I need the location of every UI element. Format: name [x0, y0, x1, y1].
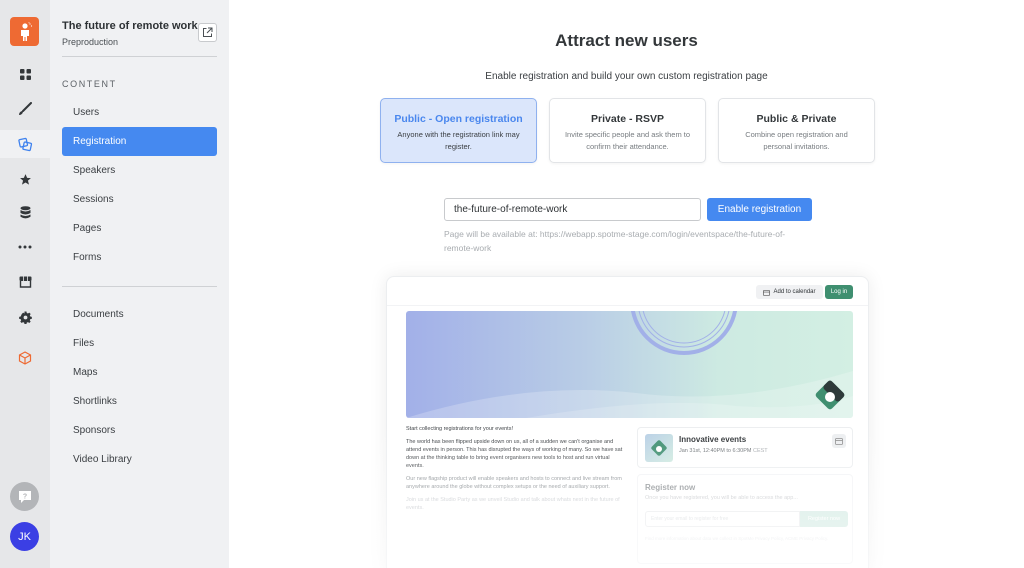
privacy-note: Find more information about data we coll… [645, 536, 829, 541]
calendar-icon [763, 289, 771, 296]
register-email-input: Enter your email to register for free [645, 511, 800, 527]
event-status: Preproduction [62, 37, 119, 47]
main-content: Attract new users Enable registration an… [229, 0, 1024, 568]
preview-paragraph: The world has been flipped upside down o… [406, 439, 623, 469]
svg-text:?: ? [22, 493, 26, 500]
preview-event-card: Innovative events Jan 31st, 12:40PM to 6… [637, 427, 853, 468]
rail-integrations[interactable] [0, 344, 50, 372]
calendar-icon [835, 438, 843, 445]
option-description: Anyone with the registration link may re… [397, 130, 520, 151]
gear-icon [18, 310, 32, 324]
sidebar-divider [62, 56, 217, 57]
event-date: Jan 31st, 12:40PM to 6:30PM CEST [679, 448, 768, 454]
sidebar-item-sponsors[interactable]: Sponsors [62, 416, 217, 445]
more-dots-icon [18, 245, 32, 249]
sidebar-item-pages[interactable]: Pages [62, 214, 217, 243]
option-private-rsvp[interactable]: Private - RSVP Invite specific people an… [549, 98, 706, 163]
option-title: Public - Open registration [394, 113, 523, 125]
star-icon [19, 173, 31, 185]
content-pages-icon [17, 137, 32, 151]
sidebar-item-speakers[interactable]: Speakers [62, 156, 217, 185]
option-description: Combine open registration and personal i… [745, 130, 848, 151]
enable-registration-button[interactable]: Enable registration [707, 198, 812, 221]
external-link-icon [203, 27, 213, 37]
preview-header: Add to calendar Log in [387, 277, 868, 306]
database-icon [20, 205, 30, 218]
help-chat-icon: ? [18, 490, 31, 503]
sidebar-item-users[interactable]: Users [62, 98, 217, 127]
event-timezone: CEST [753, 448, 768, 454]
rail-settings[interactable] [0, 303, 50, 331]
sidebar-item-shortlinks[interactable]: Shortlinks [62, 387, 217, 416]
event-date-range: Jan 31st, 12:40PM to 6:30PM [679, 448, 752, 454]
rail-highlights[interactable] [0, 165, 50, 193]
sidebar-item-video-library[interactable]: Video Library [62, 445, 217, 474]
rail-dashboard[interactable] [0, 60, 50, 88]
sidebar-divider [62, 286, 217, 287]
preview-description: Start collecting registrations for your … [406, 425, 626, 517]
preview-register-card: Register now Once you have registered, y… [637, 474, 853, 564]
dashboard-grid-icon [19, 68, 31, 80]
sidebar-item-maps[interactable]: Maps [62, 358, 217, 387]
registration-page-preview: Add to calendar Log in Start collecting … [386, 276, 869, 568]
option-description: Invite specific people and ask them to c… [564, 130, 691, 151]
preview-add-to-calendar-button: Add to calendar [756, 285, 823, 299]
user-avatar[interactable]: JK [10, 522, 39, 551]
register-now-button: Register now [800, 511, 848, 527]
registration-slug-input[interactable]: the-future-of-remote-work [444, 198, 701, 221]
option-title: Private - RSVP [591, 113, 664, 125]
store-icon [19, 276, 31, 288]
app-logo[interactable] [10, 17, 39, 46]
sidebar-item-files[interactable]: Files [62, 329, 217, 358]
sidebar-item-sessions[interactable]: Sessions [62, 185, 217, 214]
preview-paragraph: Our new flagship product will enable spe… [406, 476, 622, 490]
option-public-open[interactable]: Public - Open registration Anyone with t… [380, 98, 537, 163]
banner-artwork [406, 311, 853, 418]
preview-login-button: Log in [825, 285, 853, 299]
event-thumbnail [645, 434, 673, 462]
event-name: Innovative events [679, 435, 747, 444]
event-logo-icon [651, 440, 667, 456]
register-title: Register now [645, 483, 696, 492]
person-logo-icon [20, 21, 32, 41]
rail-design[interactable] [0, 95, 50, 123]
event-calendar-button [832, 434, 846, 448]
rail-marketplace[interactable] [0, 268, 50, 296]
help-button[interactable]: ? [10, 482, 39, 511]
page-subtitle: Enable registration and build your own c… [485, 71, 768, 82]
preview-banner [406, 311, 853, 418]
preview-intro: Start collecting registrations for your … [406, 426, 513, 432]
brush-icon [19, 102, 32, 115]
section-label: CONTENT [62, 79, 117, 89]
open-event-button[interactable] [198, 23, 217, 42]
sidebar-item-forms[interactable]: Forms [62, 243, 217, 272]
rail-data[interactable] [0, 198, 50, 226]
rail-more[interactable] [0, 233, 50, 261]
event-title: The future of remote work [62, 20, 198, 32]
rail-content[interactable] [0, 130, 50, 158]
icon-rail: ? JK [0, 0, 50, 568]
cube-icon [18, 351, 32, 365]
option-public-private[interactable]: Public & Private Combine open registrati… [718, 98, 875, 163]
preview-paragraph: Join us at the Studio Party as we unveil… [406, 497, 620, 511]
option-title: Public & Private [756, 113, 837, 125]
register-subtitle: Once you have registered, you will be ab… [645, 495, 798, 501]
content-sidebar: The future of remote work Preproduction … [50, 0, 229, 568]
availability-note: Page will be available at: https://webap… [444, 229, 786, 253]
sidebar-item-documents[interactable]: Documents [62, 300, 217, 329]
sidebar-item-registration[interactable]: Registration [62, 127, 217, 156]
add-to-calendar-label: Add to calendar [773, 289, 816, 295]
page-title: Attract new users [555, 31, 698, 50]
